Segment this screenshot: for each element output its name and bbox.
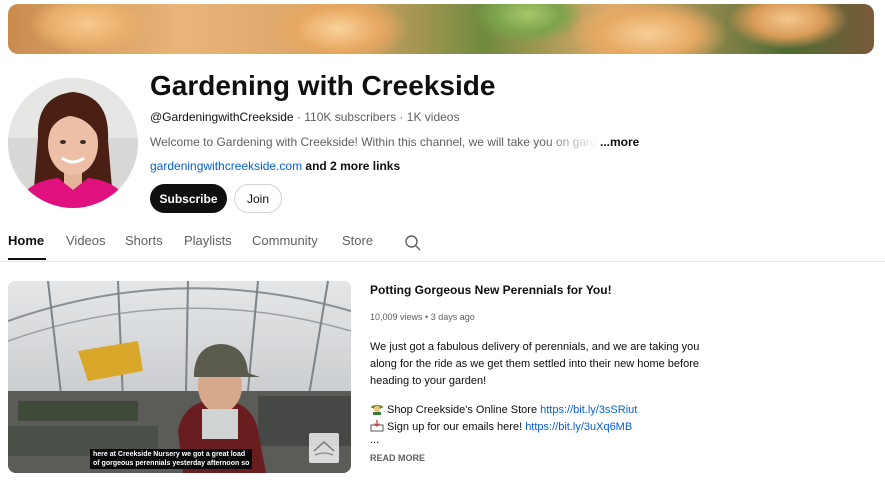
tab-store[interactable]: Store [342,233,373,248]
caption-line-2: of gorgeous perennials yesterday afterno… [93,460,250,467]
view-count: 10,009 views [370,312,423,322]
channel-tabs: Home Videos Shorts Playlists Community S… [0,224,885,262]
tab-shorts[interactable]: Shorts [125,233,163,248]
read-more-button[interactable]: READ MORE [370,453,425,463]
channel-title: Gardening with Creekside [150,70,496,101]
more-links-button[interactable]: and 2 more links [302,159,400,173]
meta-separator: · [396,110,407,124]
email-link[interactable]: https://bit.ly/3uXq6MB [525,421,632,433]
description-ellipsis: ... [370,434,380,446]
channel-handle: @GardeningwithCreekside [150,110,294,124]
video-frame [8,281,351,473]
channel-description-text: Welcome to Gardening with Creekside! Wit… [150,135,598,149]
video-caption: here at Creekside Nursery we got a great… [90,449,253,469]
farmer-emoji-icon [371,405,383,415]
upload-age: 3 days ago [430,312,475,322]
join-button[interactable]: Join [234,184,282,213]
featured-video-meta: 10,009 views • 3 days ago [370,312,475,322]
tab-playlists[interactable]: Playlists [184,233,232,248]
tab-community[interactable]: Community [252,233,318,248]
featured-video-description: We just got a fabulous delivery of peren… [370,341,700,387]
featured-video-title[interactable]: Potting Gorgeous New Perennials for You! [370,283,612,297]
channel-meta: @GardeningwithCreekside · 110K subscribe… [150,110,459,124]
meta-dot: • [422,312,431,322]
featured-video-player[interactable]: here at Creekside Nursery we got a great… [8,281,351,473]
subscribe-button[interactable]: Subscribe [150,184,227,213]
tab-home[interactable]: Home [8,233,44,248]
email-link-text: Sign up for our emails here! [387,421,526,433]
subscriber-count: 110K subscribers [304,110,397,124]
channel-avatar[interactable] [8,78,138,208]
description-more-link[interactable]: ...more [600,135,639,149]
video-count: 1K videos [406,110,460,124]
meta-separator: · [293,110,305,124]
channel-description[interactable]: Welcome to Gardening with Creekside! Wit… [150,135,640,149]
tabs-divider [0,261,885,262]
channel-search-icon[interactable] [404,234,422,252]
inbox-tray-icon [370,420,384,432]
watermark-icon [313,440,335,456]
email-link-row: Sign up for our emails here! https://bit… [370,420,632,433]
channel-watermark-logo [309,433,339,463]
tab-videos[interactable]: Videos [66,233,106,248]
store-link-text: Shop Creekside's Online Store [387,404,541,416]
caption-line-1: here at Creekside Nursery we got a great… [93,451,246,458]
channel-website-link[interactable]: gardeningwithcreekside.com [150,159,302,173]
store-link[interactable]: https://bit.ly/3sSRiut [540,404,637,416]
channel-links: gardeningwithcreekside.com and 2 more li… [150,159,400,173]
channel-banner [8,4,874,54]
active-tab-indicator [8,258,46,260]
store-link-row: Shop Creekside's Online Store https://bi… [370,403,637,416]
avatar-photo [8,78,138,208]
